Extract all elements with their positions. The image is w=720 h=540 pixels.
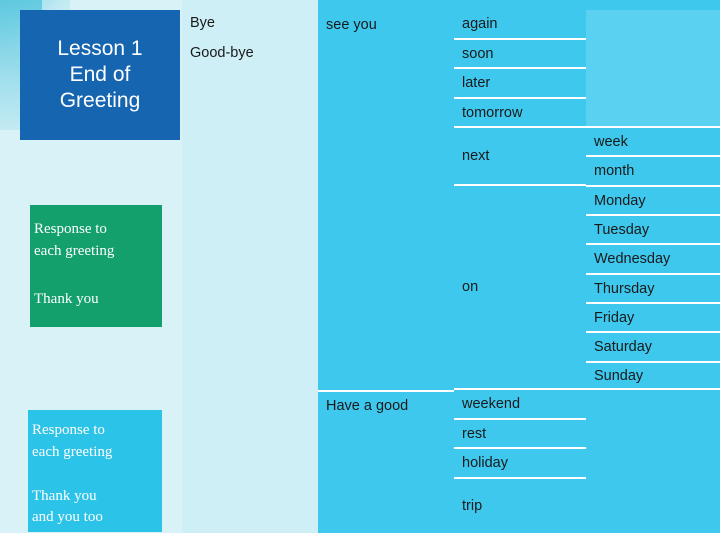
cell-good-bye: Good-bye [190,45,254,61]
cell-week: week [586,128,720,157]
cell-see-you: see you [326,17,377,33]
cell-sunday: Sunday [586,363,720,390]
lesson-title-line-3: Greeting [59,89,141,113]
bottom-white-strip [0,533,720,540]
green-response-line-2: each greeting [34,242,115,259]
cell-month: month [586,157,720,187]
cell-friday: Friday [586,304,720,333]
cell-have-a-good: Have a good [318,390,454,420]
cyan-and-you-too: and you too [32,509,103,526]
response-box-green: Response to each greeting Thank you [30,205,162,327]
cell-next: next [454,128,586,186]
cell-holiday: holiday [454,449,586,479]
cell-on: on [454,186,586,390]
cell-rest: rest [454,420,586,449]
cell-trip: trip [462,498,483,514]
lesson-title-line-2: End of [69,62,131,86]
cell-wednesday: Wednesday [586,245,720,275]
cyan-thank-you: Thank you [32,487,97,504]
cell-thursday: Thursday [586,275,720,304]
lesson-title-line-1: Lesson 1 [57,36,143,60]
cell-monday: Monday [586,187,720,216]
cell-tomorrow: tomorrow [454,99,586,128]
cell-tuesday: Tuesday [586,216,720,245]
green-thank-you: Thank you [34,290,99,307]
cell-d-blank-bottom [586,390,720,533]
green-response-line-1: Response to [34,221,107,237]
slide-canvas: Bye Good-bye see you Have a good again s… [0,0,720,540]
cyan-response-line-1: Response to [32,422,105,438]
cell-again: again [454,10,586,40]
cell-weekend: weekend [454,390,586,420]
cyan-response-line-2: each greeting [32,443,113,460]
column-see-you [318,0,454,533]
cell-later: later [454,69,586,99]
cell-d-blank-top [586,10,720,128]
lesson-title-box: Lesson 1 End of Greeting [20,10,180,140]
response-box-cyan: Response to each greeting Thank you and … [28,410,162,532]
cell-bye: Bye [190,15,215,31]
cell-soon: soon [454,40,586,69]
column-bye [182,0,318,533]
cell-saturday: Saturday [586,333,720,363]
